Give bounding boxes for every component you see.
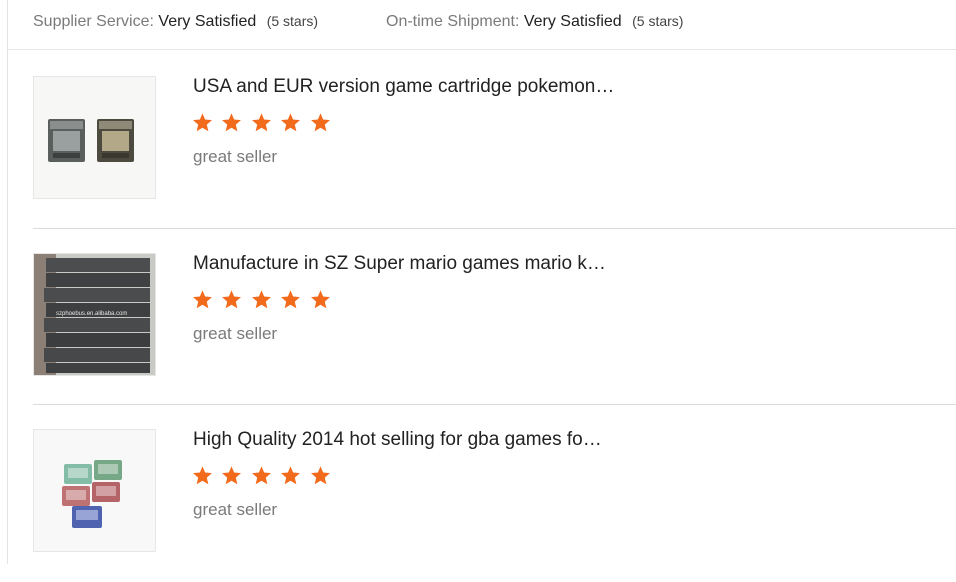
review-comment: great seller <box>193 147 278 166</box>
star-icon <box>310 466 330 485</box>
game-cases-stack-image: szphoebus.en.alibaba.com <box>34 254 155 375</box>
ontime-shipment-value: Very Satisfied <box>523 13 622 30</box>
review-star-rating <box>192 465 335 489</box>
ontime-shipment-label: On-time Shipment: <box>386 13 520 30</box>
rating-summary-bar: Supplier Service: Very Satisfied (5 star… <box>8 0 956 50</box>
ds-cartridges-image <box>34 77 155 198</box>
review-product-title[interactable]: Manufacture in SZ Super mario games mari… <box>193 252 606 276</box>
star-icon <box>281 466 301 485</box>
supplier-service-rating: Supplier Service: Very Satisfied (5 star… <box>33 11 318 32</box>
review-product-title[interactable]: USA and EUR version game cartridge pokem… <box>193 75 614 99</box>
supplier-service-label: Supplier Service: <box>33 13 154 30</box>
ontime-shipment-stars-text: (5 stars) <box>632 13 684 29</box>
gba-cartridges-thumbnail[interactable] <box>33 429 156 552</box>
review-comment: great seller <box>193 324 278 343</box>
ds-cartridges-thumbnail[interactable] <box>33 76 156 199</box>
supplier-service-stars-text: (5 stars) <box>266 13 319 29</box>
review-star-rating <box>192 289 335 313</box>
star-icon <box>222 466 242 485</box>
star-icon <box>222 290 242 309</box>
star-icon <box>310 113 330 132</box>
ontime-shipment-rating: On-time Shipment: Very Satisfied (5 star… <box>386 11 683 32</box>
star-icon <box>251 466 271 485</box>
gba-cartridges-image <box>34 430 155 551</box>
review-item: USA and EUR version game cartridge pokem… <box>33 51 956 228</box>
star-icon <box>251 113 271 132</box>
supplier-service-value: Very Satisfied <box>158 13 257 30</box>
review-comment: great seller <box>193 500 278 519</box>
star-icon <box>193 466 212 485</box>
star-icon <box>310 290 330 309</box>
star-icon <box>193 113 212 132</box>
review-item: High Quality 2014 hot selling for gba ga… <box>33 404 956 582</box>
review-item: szphoebus.en.alibaba.com Manufacture in … <box>33 228 956 406</box>
game-cases-stack-thumbnail[interactable]: szphoebus.en.alibaba.com <box>33 253 156 376</box>
star-icon <box>222 113 242 132</box>
star-icon <box>193 290 212 309</box>
star-icon <box>251 290 271 309</box>
thumbnail-watermark: szphoebus.en.alibaba.com <box>56 311 127 317</box>
star-icon <box>281 113 301 132</box>
review-star-rating <box>192 112 335 136</box>
feedback-panel: Supplier Service: Very Satisfied (5 star… <box>7 0 956 564</box>
star-icon <box>281 290 301 309</box>
review-product-title[interactable]: High Quality 2014 hot selling for gba ga… <box>193 428 602 452</box>
